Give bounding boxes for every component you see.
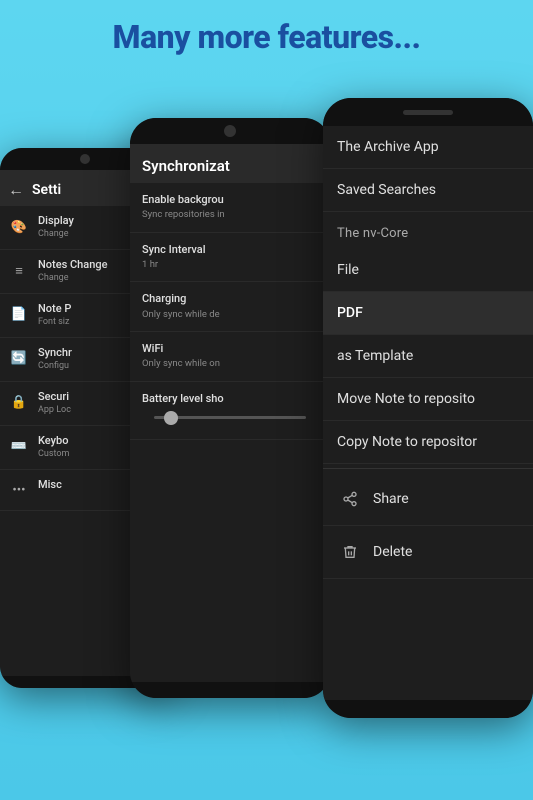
menu-items-container: The Archive App Saved Searches The nv-Co… — [323, 126, 533, 579]
menu-list-item[interactable]: Copy Note to repositor — [323, 421, 533, 464]
menu-item-label: The Archive App — [337, 139, 439, 155]
sync-header: Synchronizat — [130, 144, 330, 183]
sync-item-sub: Only sync while de — [142, 309, 318, 321]
sync-item-sub: Sync repositories in — [142, 209, 318, 221]
header: Many more features... — [0, 0, 533, 68]
menu-section-header: The nv-Core — [323, 212, 533, 249]
phone-sync-bottom-bar — [130, 682, 330, 698]
phone-sync-top-bar — [130, 118, 330, 144]
menu-list-item[interactable]: Share — [323, 473, 533, 526]
menu-list-item[interactable]: File — [323, 249, 533, 292]
settings-item-icon: 📄 — [8, 304, 30, 326]
phone-menu-top-bar — [323, 98, 533, 126]
sync-item-sub: 1 hr — [142, 259, 318, 271]
settings-item-icon: ≡ — [8, 260, 30, 282]
sync-slider-item: Battery level sho — [130, 382, 330, 440]
settings-item-icon: ⌨️ — [8, 436, 30, 458]
page-title: Many more features... — [113, 18, 421, 56]
sync-camera-dot — [224, 125, 236, 137]
menu-item-label: Delete — [373, 544, 412, 560]
camera-dot — [80, 154, 90, 164]
share-icon — [337, 486, 363, 512]
sync-title: Synchronizat — [142, 157, 230, 175]
phone-sync: Synchronizat Enable backgrou Sync reposi… — [130, 118, 330, 698]
settings-item-icon: 🎨 — [8, 216, 30, 238]
slider-thumb[interactable] — [164, 411, 178, 425]
speaker-slot — [403, 110, 453, 115]
sync-items: Enable backgrou Sync repositories in Syn… — [130, 183, 330, 440]
menu-list-item[interactable]: PDF — [323, 292, 533, 335]
settings-item-icon: 🔒 — [8, 392, 30, 414]
menu-item-label: as Template — [337, 348, 413, 364]
menu-item-label: Saved Searches — [337, 182, 436, 198]
sync-list-item[interactable]: Charging Only sync while de — [130, 282, 330, 332]
sync-item-sub: Only sync while on — [142, 358, 318, 370]
sync-item-label: WiFi — [142, 342, 318, 356]
settings-item-icon: ••• — [8, 480, 30, 502]
sync-item-label: Enable backgrou — [142, 193, 318, 207]
menu-item-label: Copy Note to repositor — [337, 434, 477, 450]
sync-item-label: Sync Interval — [142, 243, 318, 257]
settings-item-icon: 🔄 — [8, 348, 30, 370]
sync-list-item[interactable]: Enable backgrou Sync repositories in — [130, 183, 330, 233]
menu-item-label: Move Note to reposito — [337, 391, 475, 407]
sync-list-item[interactable]: Sync Interval 1 hr — [130, 233, 330, 283]
sync-slider-label: Battery level sho — [142, 392, 318, 406]
sync-slider-row — [142, 406, 318, 429]
phone-menu: The Archive App Saved Searches The nv-Co… — [323, 98, 533, 718]
menu-list-item[interactable]: as Template — [323, 335, 533, 378]
menu-list-item[interactable]: Delete — [323, 526, 533, 579]
sync-item-label: Charging — [142, 292, 318, 306]
menu-list-item[interactable]: Move Note to reposito — [323, 378, 533, 421]
delete-icon — [337, 539, 363, 565]
menu-list-item[interactable]: The Archive App — [323, 126, 533, 169]
menu-screen: The Archive App Saved Searches The nv-Co… — [323, 126, 533, 700]
back-arrow-icon[interactable]: ← — [8, 180, 24, 200]
slider-track[interactable] — [154, 416, 306, 419]
phones-container: ← Setti 🎨 Display Change ≡ Notes Change … — [0, 68, 533, 788]
phone-menu-bottom-bar — [323, 700, 533, 718]
menu-item-label: PDF — [337, 305, 363, 321]
menu-list-item[interactable]: Saved Searches — [323, 169, 533, 212]
menu-item-label: Share — [373, 491, 409, 507]
menu-item-label: File — [337, 262, 359, 278]
menu-divider — [323, 468, 533, 469]
sync-screen: Synchronizat Enable backgrou Sync reposi… — [130, 144, 330, 682]
settings-title: Setti — [32, 182, 61, 198]
sync-list-item[interactable]: WiFi Only sync while on — [130, 332, 330, 382]
